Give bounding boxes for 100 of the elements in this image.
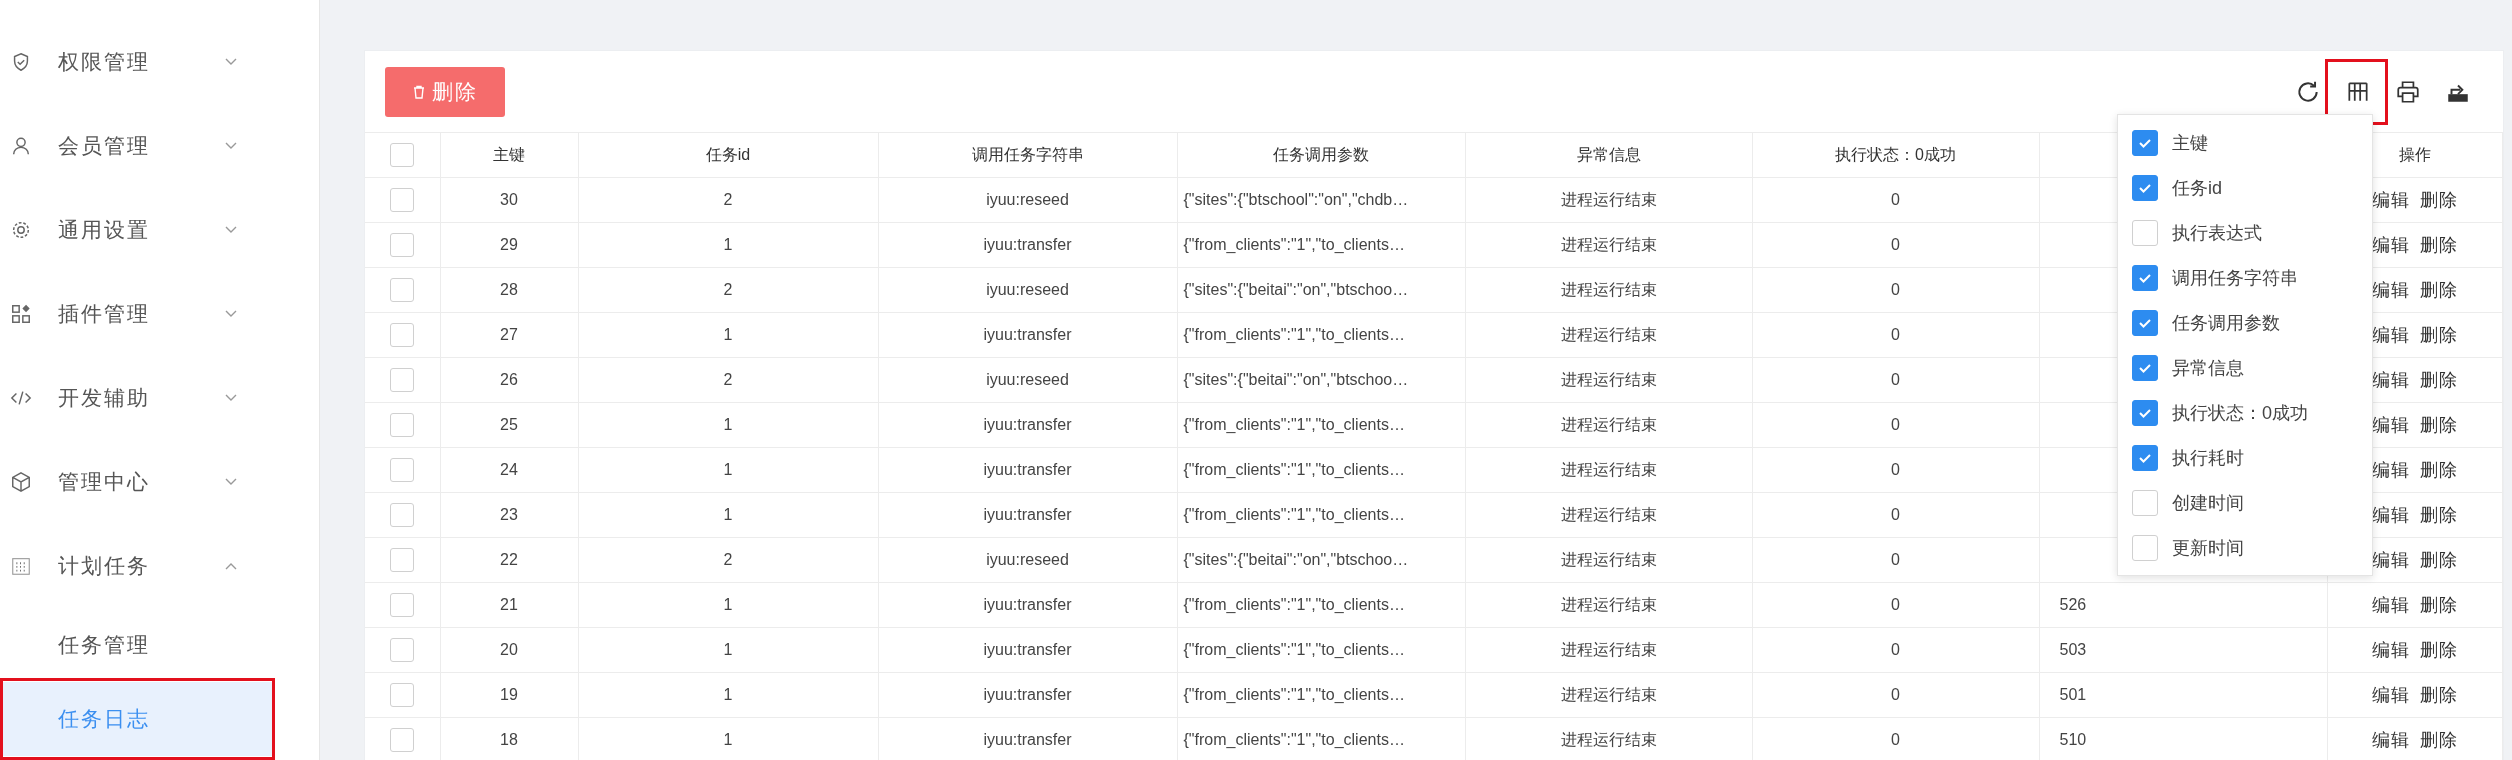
table-cell: 1 xyxy=(723,686,733,703)
row-checkbox[interactable] xyxy=(390,548,415,572)
table-cell: 510 xyxy=(2059,731,2087,748)
column-option[interactable]: 创建时间 xyxy=(2118,480,2372,525)
row-checkbox[interactable] xyxy=(390,593,415,617)
table-cell: iyuu:transfer xyxy=(983,731,1072,748)
print-icon[interactable] xyxy=(2394,78,2421,105)
table-cell: {"from_clients":"1","to_clients… xyxy=(1183,416,1405,433)
option-checkbox[interactable] xyxy=(2132,399,2158,426)
column-option[interactable]: 执行表达式 xyxy=(2118,210,2372,255)
table-cell: 1 xyxy=(723,641,733,658)
column-header: 调用任务字符串 xyxy=(971,145,1084,163)
option-checkbox[interactable] xyxy=(2132,174,2158,201)
table-cell: iyuu:transfer xyxy=(983,506,1072,523)
table-cell: 21 xyxy=(500,596,518,613)
delete-link[interactable]: 删除 xyxy=(2419,235,2458,255)
column-option[interactable]: 执行耗时 xyxy=(2118,435,2372,480)
row-checkbox[interactable] xyxy=(390,413,415,437)
table-cell: iyuu:reseed xyxy=(986,281,1069,298)
table-cell: iyuu:transfer xyxy=(983,686,1072,703)
row-checkbox[interactable] xyxy=(390,683,415,707)
row-checkbox[interactable] xyxy=(390,728,415,752)
edit-link[interactable]: 编辑 xyxy=(2371,505,2410,525)
table-cell: 进程运行结束 xyxy=(1560,235,1657,253)
sidebar-item[interactable]: 插件管理 xyxy=(0,272,319,356)
table-cell: 501 xyxy=(2059,686,2087,703)
option-checkbox[interactable] xyxy=(2132,354,2158,381)
column-option[interactable]: 调用任务字符串 xyxy=(2118,255,2372,300)
edit-link[interactable]: 编辑 xyxy=(2371,325,2410,345)
option-checkbox[interactable] xyxy=(2132,264,2158,291)
option-checkbox[interactable] xyxy=(2132,219,2158,246)
sidebar-item[interactable]: 计划任务 xyxy=(0,524,319,608)
delete-link[interactable]: 删除 xyxy=(2419,370,2458,390)
sidebar-item[interactable]: 通用设置 xyxy=(0,188,319,272)
delete-link[interactable]: 删除 xyxy=(2419,505,2458,525)
row-checkbox[interactable] xyxy=(390,458,415,482)
row-checkbox[interactable] xyxy=(390,503,415,527)
row-checkbox[interactable] xyxy=(390,368,415,392)
row-checkbox[interactable] xyxy=(390,278,415,302)
table-cell: {"sites":{"beitai":"on","btschoo… xyxy=(1183,281,1409,298)
table-cell: 2 xyxy=(723,551,733,568)
delete-link[interactable]: 删除 xyxy=(2419,685,2458,705)
sidebar-subitem[interactable]: 任务管理 xyxy=(0,608,275,682)
table-cell: iyuu:reseed xyxy=(986,191,1069,208)
option-checkbox[interactable] xyxy=(2132,309,2158,336)
option-checkbox[interactable] xyxy=(2132,534,2158,561)
table-cell: 526 xyxy=(2059,596,2087,613)
edit-link[interactable]: 编辑 xyxy=(2371,370,2410,390)
sidebar-item[interactable]: 开发辅助 xyxy=(0,356,319,440)
row-checkbox[interactable] xyxy=(390,638,415,662)
delete-link[interactable]: 删除 xyxy=(2419,640,2458,660)
table-cell: iyuu:reseed xyxy=(986,371,1069,388)
column-option[interactable]: 异常信息 xyxy=(2118,345,2372,390)
table-cell: 18 xyxy=(500,731,518,748)
table-cell: 进程运行结束 xyxy=(1560,730,1657,748)
column-option[interactable]: 任务调用参数 xyxy=(2118,300,2372,345)
option-checkbox[interactable] xyxy=(2132,444,2158,471)
row-checkbox[interactable] xyxy=(390,323,415,347)
edit-link[interactable]: 编辑 xyxy=(2371,685,2410,705)
edit-link[interactable]: 编辑 xyxy=(2371,730,2410,750)
delete-link[interactable]: 删除 xyxy=(2419,190,2458,210)
table-cell: 24 xyxy=(500,461,518,478)
table-cell: 进程运行结束 xyxy=(1560,370,1657,388)
delete-link[interactable]: 删除 xyxy=(2419,460,2458,480)
table-cell: 进程运行结束 xyxy=(1560,190,1657,208)
sidebar-item[interactable]: 会员管理 xyxy=(0,104,319,188)
table-cell: 2 xyxy=(723,281,733,298)
edit-link[interactable]: 编辑 xyxy=(2371,550,2410,570)
table-cell: 0 xyxy=(1891,686,1900,703)
column-option[interactable]: 执行状态：0成功 xyxy=(2118,390,2372,435)
table-cell: {"from_clients":"1","to_clients… xyxy=(1183,686,1405,703)
row-checkbox[interactable] xyxy=(390,188,415,212)
delete-link[interactable]: 删除 xyxy=(2419,280,2458,300)
user-icon xyxy=(10,135,32,157)
edit-link[interactable]: 编辑 xyxy=(2371,595,2410,615)
gear-icon xyxy=(10,219,32,241)
table-cell: 1 xyxy=(723,731,733,748)
sidebar-item[interactable]: 权限管理 xyxy=(0,20,319,104)
edit-link[interactable]: 编辑 xyxy=(2371,460,2410,480)
delete-link[interactable]: 删除 xyxy=(2419,325,2458,345)
table-cell: {"sites":{"btschool":"on","chdb… xyxy=(1183,191,1409,208)
option-checkbox[interactable] xyxy=(2132,129,2158,156)
select-all-checkbox[interactable] xyxy=(390,143,415,167)
sidebar-item[interactable]: 管理中心 xyxy=(0,440,319,524)
edit-link[interactable]: 编辑 xyxy=(2371,190,2410,210)
table-cell: {"from_clients":"1","to_clients… xyxy=(1183,326,1405,343)
cube-icon xyxy=(10,471,32,493)
column-option[interactable]: 主键 xyxy=(2118,120,2372,165)
option-checkbox[interactable] xyxy=(2132,489,2158,516)
column-option[interactable]: 任务id xyxy=(2118,165,2372,210)
edit-link[interactable]: 编辑 xyxy=(2371,280,2410,300)
delete-link[interactable]: 删除 xyxy=(2419,595,2458,615)
edit-link[interactable]: 编辑 xyxy=(2371,415,2410,435)
delete-link[interactable]: 删除 xyxy=(2419,730,2458,750)
column-option[interactable]: 更新时间 xyxy=(2118,525,2372,570)
edit-link[interactable]: 编辑 xyxy=(2371,235,2410,255)
delete-link[interactable]: 删除 xyxy=(2419,415,2458,435)
delete-link[interactable]: 删除 xyxy=(2419,550,2458,570)
row-checkbox[interactable] xyxy=(390,233,415,257)
edit-link[interactable]: 编辑 xyxy=(2371,640,2410,660)
